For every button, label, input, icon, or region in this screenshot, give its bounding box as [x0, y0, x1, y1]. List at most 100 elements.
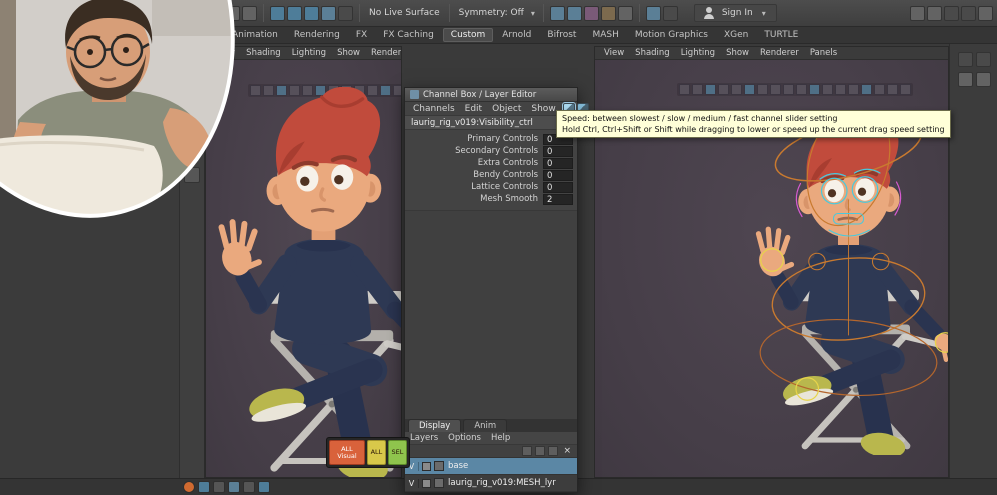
- lock-camera-icon[interactable]: [692, 84, 703, 95]
- image-plane-icon[interactable]: [731, 84, 742, 95]
- select-by-hierarchy-icon[interactable]: [208, 5, 223, 21]
- rotate-tool-icon[interactable]: [184, 144, 200, 160]
- select-camera-icon[interactable]: [679, 84, 690, 95]
- shelf-tab-turtle[interactable]: TURTLE: [757, 29, 805, 41]
- timeline-icon[interactable]: [198, 481, 210, 493]
- layer-row[interactable]: V laurig_rig_v019:MESH_lyr: [405, 475, 577, 492]
- timeline-icon[interactable]: [258, 481, 270, 493]
- select-tool-icon[interactable]: [184, 52, 200, 68]
- channel-box-titlebar[interactable]: Channel Box / Layer Editor: [405, 88, 577, 102]
- shelf-tab-bifrost[interactable]: Bifrost: [540, 29, 583, 41]
- render-settings-icon[interactable]: [617, 5, 633, 21]
- layer-type-toggle[interactable]: [422, 478, 431, 488]
- menu-renderer[interactable]: Renderer: [755, 48, 804, 58]
- shelf-tab-fx[interactable]: FX: [349, 29, 374, 41]
- select-by-object-icon[interactable]: [225, 5, 240, 21]
- wireframe-display-icon[interactable]: [770, 84, 781, 95]
- ipr-render-icon[interactable]: [583, 5, 599, 21]
- menu-view[interactable]: View: [210, 48, 240, 58]
- attribute-editor-toggle-icon[interactable]: [961, 5, 976, 21]
- menu-show[interactable]: Show: [332, 48, 365, 58]
- pause-viewport-icon[interactable]: [645, 5, 661, 21]
- new-layer-from-selected-icon[interactable]: [548, 446, 559, 456]
- use-all-lights-icon[interactable]: [809, 84, 820, 95]
- render-sequence-icon[interactable]: [600, 5, 616, 21]
- menu-renderer[interactable]: Renderer: [366, 48, 401, 58]
- left-viewport[interactable]: View Shading Lighting Show Renderer Pane…: [205, 46, 402, 478]
- shelf-tab-custom[interactable]: Custom: [442, 28, 494, 42]
- layer-name[interactable]: base: [448, 461, 468, 471]
- move-tool-icon[interactable]: [184, 121, 200, 137]
- snap-to-point-icon[interactable]: [304, 5, 319, 21]
- snap-to-grid-icon[interactable]: [270, 5, 285, 21]
- render-current-frame-icon[interactable]: [566, 5, 582, 21]
- layer-visibility-toggle[interactable]: V: [405, 478, 419, 488]
- motion-blur-icon[interactable]: [848, 84, 859, 95]
- layer-type-toggle[interactable]: [422, 461, 431, 471]
- gamma-icon[interactable]: [900, 84, 911, 95]
- menu-show[interactable]: Show: [721, 48, 754, 58]
- menu-channels[interactable]: Channels: [408, 104, 460, 114]
- attribute-value-field[interactable]: 0: [543, 181, 573, 193]
- layer-row[interactable]: V base: [405, 458, 577, 475]
- tool-settings-toggle-icon[interactable]: [978, 5, 993, 21]
- 2d-pan-zoom-icon[interactable]: [744, 84, 755, 95]
- attribute-value-field[interactable]: 2: [543, 193, 573, 205]
- menu-shading[interactable]: Shading: [241, 48, 286, 58]
- grease-pencil-icon[interactable]: [757, 84, 768, 95]
- shelf-tab-rendering[interactable]: Rendering: [287, 29, 347, 41]
- menu-layers[interactable]: Layers: [405, 433, 443, 443]
- tab-anim[interactable]: Anim: [463, 419, 508, 432]
- shelf-tab-arnold[interactable]: Arnold: [495, 29, 538, 41]
- channel-box-toggle-icon[interactable]: [944, 5, 959, 21]
- paint-selection-tool-icon[interactable]: [184, 98, 200, 114]
- modeling-toolkit-icon[interactable]: [976, 52, 991, 67]
- textured-display-icon[interactable]: [796, 84, 807, 95]
- delete-layer-icon[interactable]: ×: [561, 446, 573, 456]
- timeline-icon[interactable]: [213, 481, 225, 493]
- snap-to-view-plane-icon[interactable]: [321, 5, 336, 21]
- shadows-icon[interactable]: [822, 84, 833, 95]
- exposure-icon[interactable]: [887, 84, 898, 95]
- workspace-selector-icon[interactable]: [910, 5, 925, 21]
- shelf-tab-mash[interactable]: MASH: [585, 29, 625, 41]
- menu-options[interactable]: Options: [443, 433, 486, 443]
- shelf-tab-motion-graphics[interactable]: Motion Graphics: [628, 29, 715, 41]
- tab-display[interactable]: Display: [408, 419, 462, 432]
- open-render-view-icon[interactable]: [549, 5, 565, 21]
- attribute-value-field[interactable]: 0: [543, 145, 573, 157]
- sel-button[interactable]: SEL: [387, 440, 407, 465]
- layer-color-swatch[interactable]: [434, 478, 444, 488]
- all-visual-button[interactable]: ALL Visual: [329, 440, 365, 465]
- menu-panels[interactable]: Panels: [805, 48, 842, 58]
- isolate-select-icon[interactable]: [861, 84, 872, 95]
- shelf-tab-animation[interactable]: Animation: [225, 29, 285, 41]
- symmetry-label[interactable]: Symmetry: Off: [456, 8, 527, 18]
- screen-space-ao-icon[interactable]: [835, 84, 846, 95]
- select-by-component-icon[interactable]: [242, 5, 257, 21]
- layer-color-swatch[interactable]: [434, 461, 444, 471]
- menu-edit[interactable]: Edit: [460, 104, 487, 114]
- menu-object[interactable]: Object: [487, 104, 526, 114]
- camera-attributes-icon[interactable]: [705, 84, 716, 95]
- make-live-icon[interactable]: [338, 5, 353, 21]
- xray-display-icon[interactable]: [874, 84, 885, 95]
- live-surface-label[interactable]: No Live Surface: [366, 8, 443, 18]
- attribute-value-field[interactable]: 0: [543, 169, 573, 181]
- menu-help[interactable]: Help: [486, 433, 515, 443]
- character-controls-icon[interactable]: [958, 72, 973, 87]
- timeline-icon[interactable]: [228, 481, 240, 493]
- menu-view[interactable]: View: [599, 48, 629, 58]
- record-dot-icon[interactable]: [183, 481, 195, 493]
- move-layer-up-icon[interactable]: [522, 446, 533, 456]
- layer-name[interactable]: laurig_rig_v019:MESH_lyr: [448, 478, 556, 488]
- attribute-value-field[interactable]: 0: [543, 157, 573, 169]
- attribute-editor-tab-icon[interactable]: [976, 72, 991, 87]
- selected-object-name[interactable]: laurig_rig_v019:Visibility_ctrl: [405, 116, 577, 130]
- menu-lighting[interactable]: Lighting: [287, 48, 331, 58]
- shelf-tab-xgen[interactable]: XGen: [717, 29, 755, 41]
- caret-down-icon[interactable]: ▾: [529, 9, 537, 18]
- shaded-display-icon[interactable]: [783, 84, 794, 95]
- shelf-tab-fx-caching[interactable]: FX Caching: [376, 29, 441, 41]
- all-button[interactable]: ALL: [366, 440, 386, 465]
